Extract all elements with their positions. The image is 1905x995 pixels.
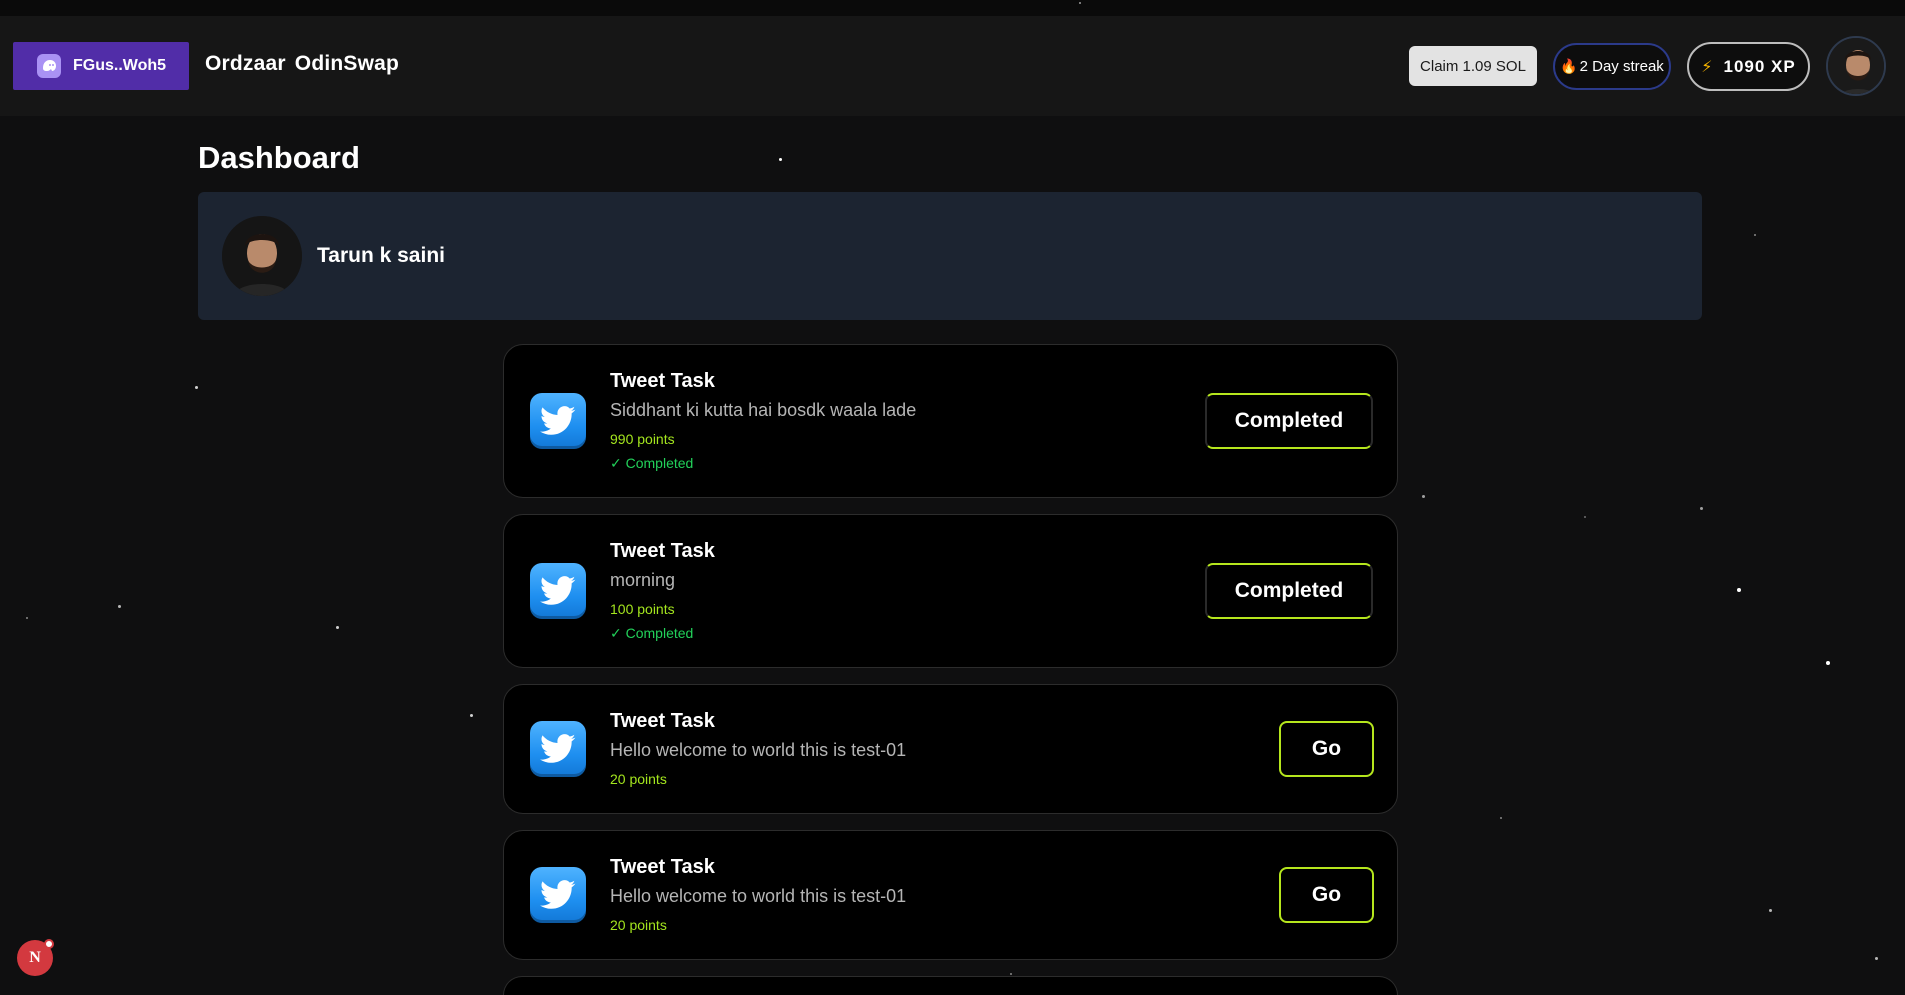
avatar[interactable] xyxy=(1826,36,1886,96)
task-description: Hello welcome to world this is test-01 xyxy=(610,740,907,760)
task-description: Siddhant ki kutta hai bosdk waala lade xyxy=(610,400,917,420)
claim-sol-button[interactable]: Claim 1.09 SOL xyxy=(1409,46,1537,86)
star xyxy=(779,158,782,161)
task-card: Tweet Task Hello welcome to world this i… xyxy=(503,684,1398,814)
task-description: Hello welcome to world this is test-01 xyxy=(610,886,907,906)
top-nav-bar: FGus..Woh5 Ordzaar OdinSwap Claim 1.09 S… xyxy=(0,16,1905,116)
twitter-icon xyxy=(530,393,586,449)
wallet-icon xyxy=(37,54,61,78)
task-card: Tweet Task Siddhant ki kutta hai bosdk w… xyxy=(503,344,1398,498)
completed-button[interactable]: Completed xyxy=(1205,393,1373,449)
streak-label: 2 Day streak xyxy=(1579,58,1664,75)
task-status: ✓ Completed xyxy=(610,625,694,641)
star xyxy=(1875,957,1878,960)
go-button[interactable]: Go xyxy=(1279,721,1374,777)
profile-name: Tarun k saini xyxy=(317,244,445,267)
lightning-icon: ⚡ xyxy=(1701,58,1714,76)
task-card: Tweet Task morning 100 points ✓ Complete… xyxy=(503,514,1398,668)
brand-title: Ordzaar OdinSwap xyxy=(205,52,400,75)
task-title: Tweet Task xyxy=(610,370,715,392)
flame-icon: 🔥 xyxy=(1560,58,1578,74)
task-title: Tweet Task xyxy=(610,540,715,562)
task-title: Tweet Task xyxy=(610,856,715,878)
star xyxy=(470,714,473,717)
star xyxy=(118,605,121,608)
notification-dot xyxy=(44,939,54,949)
completed-button[interactable]: Completed xyxy=(1205,563,1373,619)
star xyxy=(336,626,339,629)
star xyxy=(1700,507,1703,510)
wallet-address: FGus..Woh5 xyxy=(73,57,167,74)
page-title: Dashboard xyxy=(198,140,360,175)
streak-badge[interactable]: 🔥 2 Day streak xyxy=(1553,43,1671,90)
star xyxy=(1826,661,1830,665)
star xyxy=(1584,516,1586,518)
star xyxy=(1500,817,1502,819)
star xyxy=(1769,909,1772,912)
profile-card: Tarun k saini xyxy=(198,192,1702,320)
top-strip xyxy=(0,0,1905,16)
star xyxy=(195,386,198,389)
xp-label: 1090 XP xyxy=(1723,56,1796,76)
task-title: Tweet Task xyxy=(610,710,715,732)
star xyxy=(1737,588,1741,592)
go-button[interactable]: Go xyxy=(1279,867,1374,923)
xp-badge[interactable]: ⚡ 1090 XP xyxy=(1687,42,1810,91)
twitter-icon xyxy=(530,563,586,619)
task-points: 990 points xyxy=(610,431,675,447)
task-status: ✓ Completed xyxy=(610,455,694,471)
star xyxy=(1010,973,1012,975)
task-points: 100 points xyxy=(610,601,675,617)
star xyxy=(26,617,28,619)
task-points: 20 points xyxy=(610,771,667,787)
task-description: morning xyxy=(610,570,676,590)
star xyxy=(1422,495,1425,498)
twitter-icon xyxy=(530,721,586,777)
star xyxy=(1754,234,1756,236)
avatar xyxy=(222,216,302,296)
task-points: 20 points xyxy=(610,917,667,933)
task-card: Tweet Task Hello welcome to world this i… xyxy=(503,830,1398,960)
wallet-button[interactable]: FGus..Woh5 xyxy=(13,42,189,90)
task-card xyxy=(503,976,1398,995)
twitter-icon xyxy=(530,867,586,923)
